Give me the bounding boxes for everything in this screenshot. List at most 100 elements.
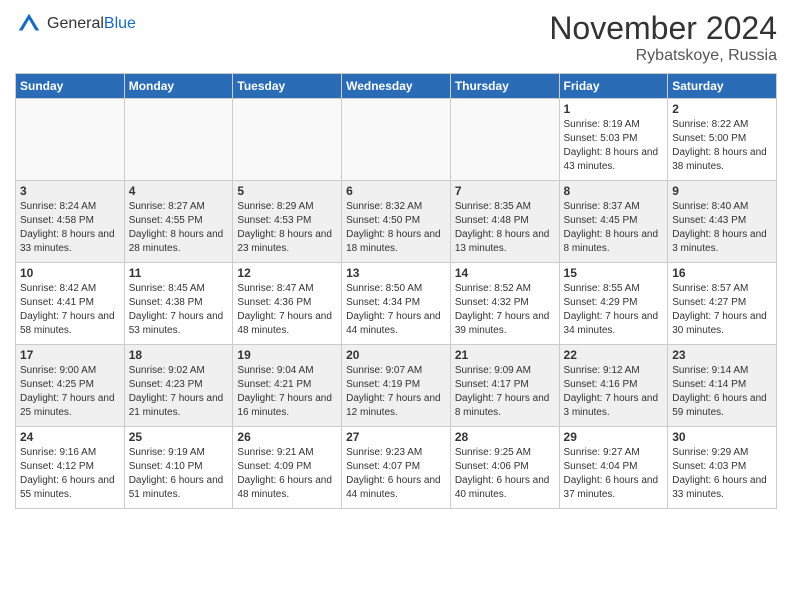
col-header-monday: Monday	[124, 74, 233, 99]
logo: GeneralBlue	[15, 10, 136, 38]
day-number: 10	[20, 266, 120, 280]
day-info: Sunrise: 9:04 AM Sunset: 4:21 PM Dayligh…	[237, 364, 337, 420]
day-number: 8	[564, 184, 664, 198]
day-cell: 18Sunrise: 9:02 AM Sunset: 4:23 PM Dayli…	[124, 345, 233, 427]
day-number: 16	[672, 266, 772, 280]
day-info: Sunrise: 9:02 AM Sunset: 4:23 PM Dayligh…	[129, 364, 229, 420]
day-number: 19	[237, 348, 337, 362]
day-number: 4	[129, 184, 229, 198]
day-cell: 7 Sunrise: 8:35 AM Sunset: 4:48 PM Daylig…	[450, 181, 559, 263]
day-number: 30	[672, 430, 772, 444]
day-info: Sunrise: 9:16 AM Sunset: 4:12 PM Dayligh…	[20, 446, 120, 502]
day-cell: 10 Sunrise: 8:42 AM Sunset: 4:41 PM Dayli…	[16, 263, 125, 345]
col-header-friday: Friday	[559, 74, 668, 99]
day-info: Sunrise: 9:23 AM Sunset: 4:07 PM Dayligh…	[346, 446, 446, 502]
day-cell: 2 Sunrise: 8:22 AM Sunset: 5:00 PM Daylig…	[668, 99, 777, 181]
day-number: 3	[20, 184, 120, 198]
day-info: Sunrise: 9:29 AM Sunset: 4:03 PM Dayligh…	[672, 446, 772, 502]
day-info: Sunrise: 9:00 AM Sunset: 4:25 PM Dayligh…	[20, 364, 120, 420]
day-info: Sunrise: 9:14 AM Sunset: 4:14 PM Dayligh…	[672, 364, 772, 420]
day-cell: 27 Sunrise: 9:23 AM Sunset: 4:07 PM Dayli…	[342, 427, 451, 509]
day-number: 26	[237, 430, 337, 444]
main-container: GeneralBlue November 2024 Rybatskoye, Ru…	[0, 0, 792, 519]
day-number: 22	[564, 348, 664, 362]
day-info: Sunrise: 8:29 AM Sunset: 4:53 PM Dayligh…	[237, 200, 337, 256]
day-cell: 13 Sunrise: 8:50 AM Sunset: 4:34 PM Dayli…	[342, 263, 451, 345]
header-row: SundayMondayTuesdayWednesdayThursdayFrid…	[16, 74, 777, 99]
day-info: Sunrise: 8:22 AM Sunset: 5:00 PM Dayligh…	[672, 118, 772, 174]
day-number: 15	[564, 266, 664, 280]
week-row-2: 3 Sunrise: 8:24 AM Sunset: 4:58 PM Daylig…	[16, 181, 777, 263]
day-cell: 20 Sunrise: 9:07 AM Sunset: 4:19 PM Dayli…	[342, 345, 451, 427]
day-info: Sunrise: 8:50 AM Sunset: 4:34 PM Dayligh…	[346, 282, 446, 338]
title-block: November 2024 Rybatskoye, Russia	[549, 10, 777, 65]
day-number: 13	[346, 266, 446, 280]
day-cell: 30 Sunrise: 9:29 AM Sunset: 4:03 PM Dayli…	[668, 427, 777, 509]
day-number: 25	[129, 430, 229, 444]
day-info: Sunrise: 8:19 AM Sunset: 5:03 PM Dayligh…	[564, 118, 664, 174]
day-number: 12	[237, 266, 337, 280]
header: GeneralBlue November 2024 Rybatskoye, Ru…	[15, 10, 777, 65]
day-cell: 3 Sunrise: 8:24 AM Sunset: 4:58 PM Daylig…	[16, 181, 125, 263]
day-info: Sunrise: 8:40 AM Sunset: 4:43 PM Dayligh…	[672, 200, 772, 256]
col-header-sunday: Sunday	[16, 74, 125, 99]
day-info: Sunrise: 8:52 AM Sunset: 4:32 PM Dayligh…	[455, 282, 555, 338]
day-cell: 1 Sunrise: 8:19 AM Sunset: 5:03 PM Daylig…	[559, 99, 668, 181]
day-info: Sunrise: 8:24 AM Sunset: 4:58 PM Dayligh…	[20, 200, 120, 256]
day-number: 17	[20, 348, 120, 362]
day-cell: 6 Sunrise: 8:32 AM Sunset: 4:50 PM Daylig…	[342, 181, 451, 263]
day-number: 7	[455, 184, 555, 198]
day-cell: 8 Sunrise: 8:37 AM Sunset: 4:45 PM Daylig…	[559, 181, 668, 263]
col-header-tuesday: Tuesday	[233, 74, 342, 99]
day-info: Sunrise: 8:35 AM Sunset: 4:48 PM Dayligh…	[455, 200, 555, 256]
week-row-1: 1 Sunrise: 8:19 AM Sunset: 5:03 PM Daylig…	[16, 99, 777, 181]
day-info: Sunrise: 9:07 AM Sunset: 4:19 PM Dayligh…	[346, 364, 446, 420]
day-number: 20	[346, 348, 446, 362]
day-cell	[16, 99, 125, 181]
day-info: Sunrise: 8:32 AM Sunset: 4:50 PM Dayligh…	[346, 200, 446, 256]
day-number: 23	[672, 348, 772, 362]
day-number: 2	[672, 102, 772, 116]
col-header-wednesday: Wednesday	[342, 74, 451, 99]
day-info: Sunrise: 8:55 AM Sunset: 4:29 PM Dayligh…	[564, 282, 664, 338]
calendar-table: SundayMondayTuesdayWednesdayThursdayFrid…	[15, 73, 777, 509]
day-info: Sunrise: 9:21 AM Sunset: 4:09 PM Dayligh…	[237, 446, 337, 502]
day-cell: 4 Sunrise: 8:27 AM Sunset: 4:55 PM Daylig…	[124, 181, 233, 263]
day-cell	[124, 99, 233, 181]
day-cell: 12Sunrise: 8:47 AM Sunset: 4:36 PM Dayli…	[233, 263, 342, 345]
week-row-3: 10 Sunrise: 8:42 AM Sunset: 4:41 PM Dayli…	[16, 263, 777, 345]
day-info: Sunrise: 9:09 AM Sunset: 4:17 PM Dayligh…	[455, 364, 555, 420]
day-number: 11	[129, 266, 229, 280]
day-number: 6	[346, 184, 446, 198]
week-row-4: 17 Sunrise: 9:00 AM Sunset: 4:25 PM Dayli…	[16, 345, 777, 427]
day-number: 28	[455, 430, 555, 444]
day-cell: 5Sunrise: 8:29 AM Sunset: 4:53 PM Daylig…	[233, 181, 342, 263]
day-cell: 14Sunrise: 8:52 AM Sunset: 4:32 PM Dayli…	[450, 263, 559, 345]
day-number: 29	[564, 430, 664, 444]
logo-general: General	[47, 15, 104, 32]
day-info: Sunrise: 8:57 AM Sunset: 4:27 PM Dayligh…	[672, 282, 772, 338]
day-cell: 15 Sunrise: 8:55 AM Sunset: 4:29 PM Dayli…	[559, 263, 668, 345]
day-info: Sunrise: 8:37 AM Sunset: 4:45 PM Dayligh…	[564, 200, 664, 256]
day-info: Sunrise: 9:19 AM Sunset: 4:10 PM Dayligh…	[129, 446, 229, 502]
logo-icon	[15, 10, 43, 38]
day-info: Sunrise: 8:27 AM Sunset: 4:55 PM Dayligh…	[129, 200, 229, 256]
day-number: 24	[20, 430, 120, 444]
day-cell	[342, 99, 451, 181]
day-cell	[450, 99, 559, 181]
day-info: Sunrise: 9:27 AM Sunset: 4:04 PM Dayligh…	[564, 446, 664, 502]
day-cell: 26 Sunrise: 9:21 AM Sunset: 4:09 PM Dayli…	[233, 427, 342, 509]
day-cell: 19 Sunrise: 9:04 AM Sunset: 4:21 PM Dayli…	[233, 345, 342, 427]
day-cell	[233, 99, 342, 181]
day-cell: 17 Sunrise: 9:00 AM Sunset: 4:25 PM Dayli…	[16, 345, 125, 427]
day-cell: 24 Sunrise: 9:16 AM Sunset: 4:12 PM Dayli…	[16, 427, 125, 509]
day-cell: 22Sunrise: 9:12 AM Sunset: 4:16 PM Dayli…	[559, 345, 668, 427]
location: Rybatskoye, Russia	[549, 47, 777, 65]
day-info: Sunrise: 8:42 AM Sunset: 4:41 PM Dayligh…	[20, 282, 120, 338]
day-number: 27	[346, 430, 446, 444]
day-number: 21	[455, 348, 555, 362]
day-number: 1	[564, 102, 664, 116]
day-cell: 29 Sunrise: 9:27 AM Sunset: 4:04 PM Dayli…	[559, 427, 668, 509]
day-cell: 16 Sunrise: 8:57 AM Sunset: 4:27 PM Dayli…	[668, 263, 777, 345]
logo-blue: Blue	[104, 15, 136, 32]
